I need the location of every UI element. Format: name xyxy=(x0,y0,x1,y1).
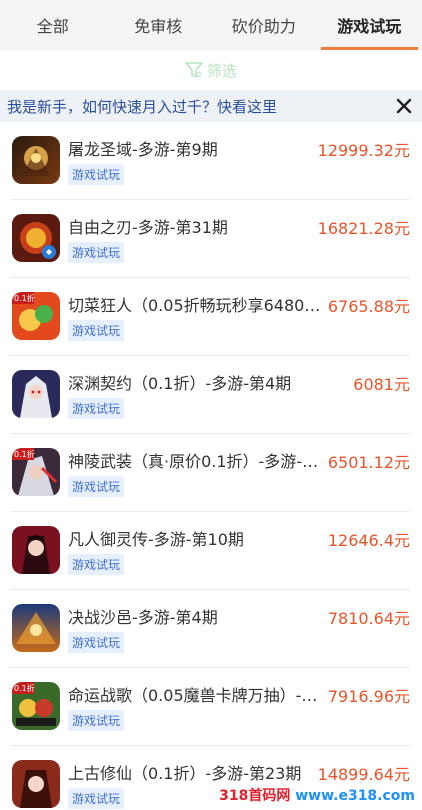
game-thumbnail-icon xyxy=(12,214,60,262)
item-price: 12646.4元 xyxy=(327,531,410,550)
item-price: 7810.64元 xyxy=(327,609,410,628)
tag-badge: 游戏试玩 xyxy=(68,320,125,341)
item-price: 7916.96元 xyxy=(327,687,410,706)
tab-game-trial[interactable]: 游戏试玩 xyxy=(317,0,422,50)
watermark: 318首码网 www.e318.com xyxy=(216,784,418,806)
item-title: 命运战歌（0.05魔兽卡牌万抽）-… xyxy=(68,686,318,705)
tag-badge: 游戏试玩 xyxy=(68,554,125,575)
tag-badge: 游戏试玩 xyxy=(68,164,125,185)
item-price: 12999.32元 xyxy=(317,141,410,160)
game-thumbnail-icon xyxy=(12,370,60,418)
item-title: 切菜狂人（0.05折畅玩秒享6480… xyxy=(68,296,321,315)
item-price: 16821.28元 xyxy=(317,219,410,238)
list-item[interactable]: 决战沙邑-多游-第4期 游戏试玩 7810.64元 xyxy=(10,590,410,668)
close-icon[interactable] xyxy=(394,96,414,116)
thumb-badge-text: 0.1折 xyxy=(14,449,35,459)
tag-badge: 游戏试玩 xyxy=(68,476,125,497)
thumb-badge-text: 0.1折 xyxy=(14,293,35,303)
tab-all[interactable]: 全部 xyxy=(0,0,106,50)
list-item[interactable]: 0.1折 神陵武装（真·原价0.1折）-多游-… 游戏试玩 6501.12元 xyxy=(10,434,410,512)
game-thumbnail-icon: 0.1折 xyxy=(12,682,60,730)
game-thumbnail-icon xyxy=(12,604,60,652)
game-thumbnail-icon xyxy=(12,526,60,574)
game-thumbnail-icon: 0.1折 xyxy=(12,292,60,340)
item-price: 14899.64元 xyxy=(317,765,410,784)
item-price: 6081元 xyxy=(353,375,410,394)
game-thumbnail-icon xyxy=(12,760,60,808)
item-price: 6501.12元 xyxy=(327,453,410,472)
item-price: 6765.88元 xyxy=(327,297,410,316)
item-title: 自由之刃-多游-第31期 xyxy=(68,218,228,237)
list-item[interactable]: 屠龙圣域-多游-第9期 游戏试玩 12999.32元 xyxy=(10,122,410,200)
page: 全部 免审核 砍价助力 游戏试玩 筛选 我是新手，如何快速月入过千？快看这里 屠… xyxy=(0,0,422,810)
game-thumbnail-icon xyxy=(12,136,60,184)
watermark-url: www.e318.com xyxy=(290,788,415,804)
item-title: 深渊契约（0.1折）-多游-第4期 xyxy=(68,374,292,393)
list-item[interactable]: 自由之刃-多游-第31期 游戏试玩 16821.28元 xyxy=(10,200,410,278)
game-thumbnail-icon: 0.1折 xyxy=(12,448,60,496)
tag-badge: 游戏试玩 xyxy=(68,398,125,419)
tag-badge: 游戏试玩 xyxy=(68,632,125,653)
list-item[interactable]: 0.1折 命运战歌（0.05魔兽卡牌万抽）-… 游戏试玩 7916.96元 xyxy=(10,668,410,746)
item-title: 屠龙圣域-多游-第9期 xyxy=(68,140,218,159)
tag-badge: 游戏试玩 xyxy=(68,788,125,809)
tab-bargain-help[interactable]: 砍价助力 xyxy=(211,0,317,50)
notice-text[interactable]: 我是新手，如何快速月入过千？快看这里 xyxy=(7,96,277,117)
tag-badge: 游戏试玩 xyxy=(68,710,125,731)
list-item[interactable]: 凡人御灵传-多游-第10期 游戏试玩 12646.4元 xyxy=(10,512,410,590)
item-title: 上古修仙（0.1折）-多游-第23期 xyxy=(68,764,302,783)
item-title: 神陵武装（真·原价0.1折）-多游-… xyxy=(68,452,319,471)
item-title: 凡人御灵传-多游-第10期 xyxy=(68,530,244,549)
item-title: 决战沙邑-多游-第4期 xyxy=(68,608,218,627)
newbie-notice-banner[interactable]: 我是新手，如何快速月入过千？快看这里 xyxy=(0,90,422,122)
filter-button[interactable]: 筛选 xyxy=(0,50,422,90)
task-list: 屠龙圣域-多游-第9期 游戏试玩 12999.32元 自由之刃-多游-第31期 … xyxy=(0,122,422,810)
filter-label: 筛选 xyxy=(206,61,237,80)
list-item[interactable]: 0.1折 切菜狂人（0.05折畅玩秒享6480… 游戏试玩 6765.88元 xyxy=(10,278,410,356)
watermark-site-name: 318首码网 xyxy=(219,788,291,804)
list-item[interactable]: 深渊契约（0.1折）-多游-第4期 游戏试玩 6081元 xyxy=(10,356,410,434)
tag-badge: 游戏试玩 xyxy=(68,242,125,263)
thumb-badge-text: 0.1折 xyxy=(14,683,35,693)
funnel-icon xyxy=(185,61,203,79)
tab-bar: 全部 免审核 砍价助力 游戏试玩 xyxy=(0,0,422,50)
tab-no-review[interactable]: 免审核 xyxy=(106,0,212,50)
